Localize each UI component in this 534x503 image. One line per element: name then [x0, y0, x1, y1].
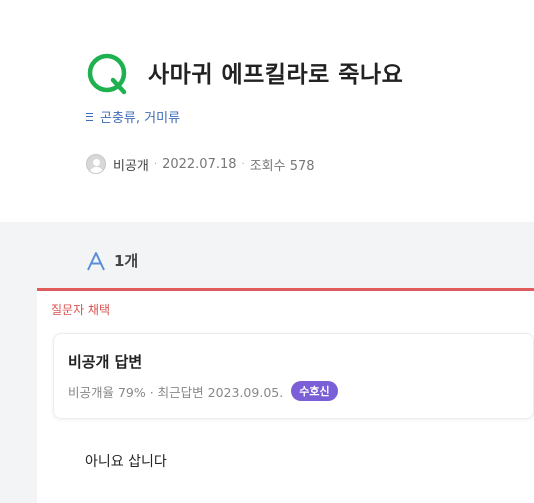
separator-dot: · [153, 158, 158, 170]
separator-dot: · [241, 158, 245, 170]
question-date: 2022.07.18 [162, 156, 237, 172]
question-author: 비공개 [113, 158, 149, 174]
answer-a-icon [87, 251, 105, 270]
avatar [86, 154, 106, 174]
question-meta: 비공개 · 2022.07.18 · 조회수 578 [86, 154, 315, 174]
answerer-stats: 비공개율 79% · 최근답변 2023.09.05. 수호신 [68, 381, 338, 401]
category-link[interactable]: 곤충류, 거미류 [100, 107, 180, 126]
question-views: 조회수 578 [249, 158, 315, 174]
adopted-label: 질문자 채택 [51, 303, 111, 317]
answerer-stats-text: 비공개율 79% · 최근답변 2023.09.05. [68, 384, 284, 400]
question-title: 사마귀 에프킬라로 죽나요 [148, 62, 404, 88]
answers-header: 1개 [86, 250, 138, 271]
answer-count: 1개 [114, 252, 139, 270]
answerer-profile-card[interactable]: 비공개 답변 비공개율 79% · 최근답변 2023.09.05. 수호신 [53, 333, 534, 419]
list-icon [86, 112, 94, 122]
answer-card: 질문자 채택 비공개 답변 비공개율 79% · 최근답변 2023.09.05… [37, 288, 534, 503]
question-q-icon [87, 53, 127, 95]
rank-badge: 수호신 [291, 381, 338, 401]
answer-body: 아니요 삽니다 [85, 454, 167, 470]
answerer-name: 비공개 답변 [68, 353, 143, 371]
qna-page: 사마귀 에프킬라로 죽나요 곤충류, 거미류 비공개 · 2022.07.18 … [0, 0, 534, 503]
answers-section: 1개 질문자 채택 비공개 답변 비공개율 79% · 최근답변 2023.09… [0, 222, 534, 503]
question-section: 사마귀 에프킬라로 죽나요 곤충류, 거미류 비공개 · 2022.07.18 … [0, 0, 534, 222]
category-breadcrumb[interactable]: 곤충류, 거미류 [86, 107, 180, 126]
